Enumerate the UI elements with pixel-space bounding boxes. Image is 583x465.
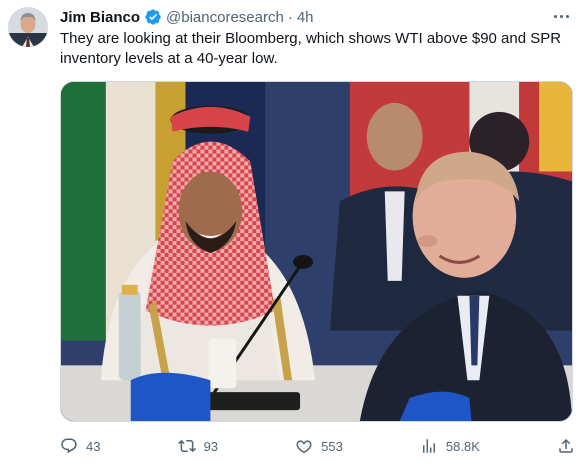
like-button[interactable]: 553 bbox=[295, 437, 343, 455]
verified-badge-icon[interactable] bbox=[144, 8, 162, 26]
retweet-count: 93 bbox=[203, 438, 219, 454]
like-count: 553 bbox=[321, 438, 343, 454]
retweet-button[interactable]: 93 bbox=[177, 437, 219, 455]
author-name[interactable]: Jim Bianco bbox=[60, 9, 140, 26]
tweet-text: They are looking at their Bloomberg, whi… bbox=[60, 30, 562, 67]
retweet-icon bbox=[177, 439, 196, 453]
timestamp[interactable]: 4h bbox=[297, 9, 314, 26]
tweet-photo[interactable] bbox=[60, 81, 573, 422]
avatar[interactable] bbox=[8, 7, 48, 47]
more-dot-icon bbox=[553, 14, 557, 18]
more-options-button[interactable] bbox=[549, 6, 573, 26]
avatar-image bbox=[8, 7, 48, 47]
reply-icon bbox=[61, 438, 77, 454]
more-dot-icon bbox=[559, 14, 563, 18]
share-icon bbox=[559, 438, 573, 453]
reply-button[interactable]: 43 bbox=[60, 437, 100, 455]
heart-icon bbox=[296, 440, 312, 454]
tweet-card[interactable]: Jim Bianco @biancoresearch · 4h They are… bbox=[0, 0, 583, 465]
author-handle[interactable]: @biancoresearch bbox=[166, 9, 284, 26]
reply-count: 43 bbox=[86, 438, 101, 454]
views-count: 58.8K bbox=[445, 438, 480, 454]
views-chart-icon bbox=[422, 439, 435, 453]
more-dot-icon bbox=[565, 14, 569, 18]
tweet-actions: 43 93 553 58.8K bbox=[60, 434, 575, 458]
tweet-header: Jim Bianco @biancoresearch · 4h bbox=[60, 6, 314, 28]
views-button[interactable]: 58.8K bbox=[420, 437, 480, 455]
separator-dot: · bbox=[287, 8, 293, 26]
share-button[interactable] bbox=[557, 437, 575, 455]
photo-illustration bbox=[61, 82, 572, 421]
